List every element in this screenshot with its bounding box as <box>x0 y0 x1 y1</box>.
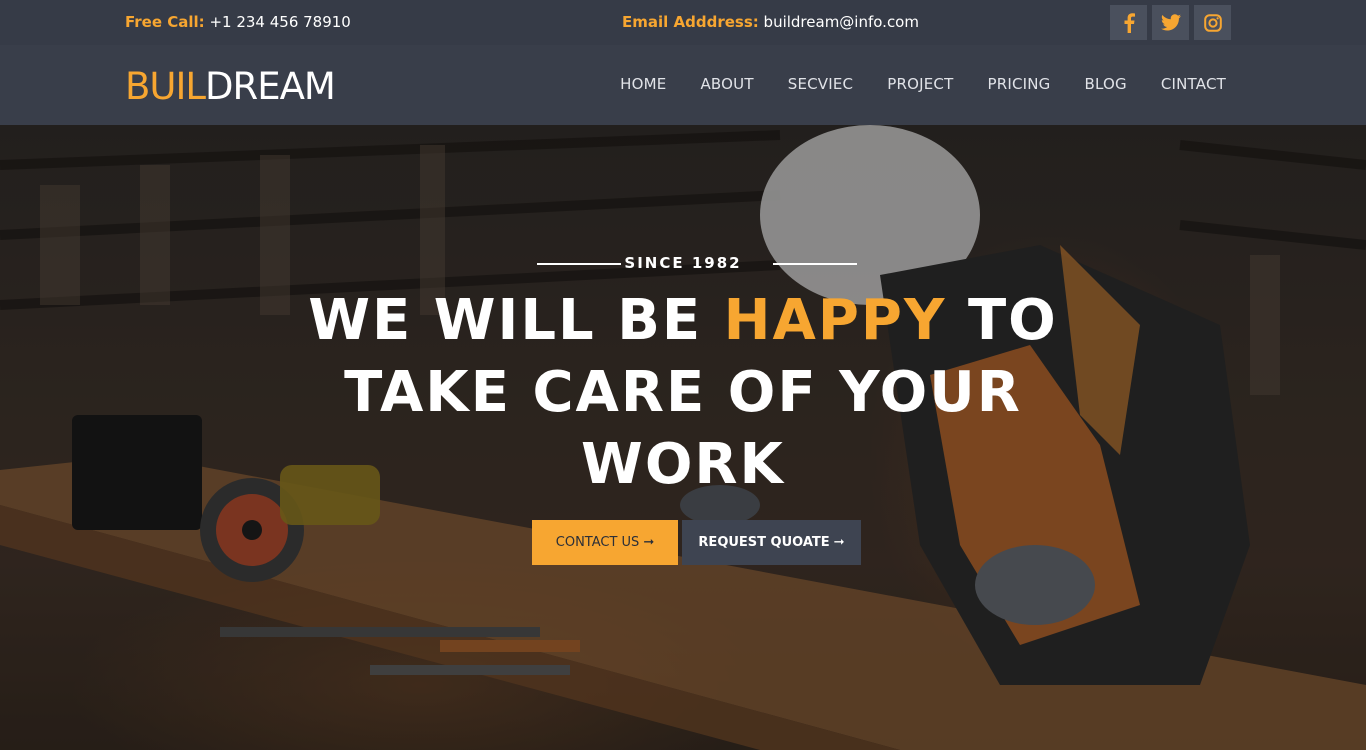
headline-accent: HAPPY <box>723 288 947 353</box>
site-logo[interactable]: BUILDREAM <box>125 65 336 108</box>
email-info: Email Adddress: buildream@info.com <box>622 13 919 31</box>
logo-part-main: DREAM <box>205 65 336 108</box>
headline-part-1: WE WILL BE <box>308 288 724 353</box>
nav-project[interactable]: PROJECT <box>887 75 953 93</box>
since-text: SINCE 1982 <box>624 254 742 272</box>
phone-number[interactable]: +1 234 456 78910 <box>209 13 350 31</box>
social-links <box>1110 5 1231 40</box>
request-quote-label: REQUEST QUOATE <box>698 535 830 550</box>
contact-us-button[interactable]: CONTACT US ➞ <box>532 520 678 565</box>
nav-pricing[interactable]: PRICING <box>987 75 1050 93</box>
since-divider-right <box>773 263 857 265</box>
contact-us-label: CONTACT US <box>555 535 640 550</box>
logo-part-accent: BUIL <box>125 65 206 108</box>
hero-headline: WE WILL BE HAPPY TO TAKE CARE OF YOUR WO… <box>283 285 1083 501</box>
request-quote-button[interactable]: REQUEST QUOATE ➞ <box>682 520 861 565</box>
hero-section: SINCE 1982 WE WILL BE HAPPY TO TAKE CARE… <box>0 125 1366 750</box>
main-menu: HOME ABOUT SECVIEC PROJECT PRICING BLOG … <box>586 75 1226 93</box>
arrow-right-icon: ➞ <box>833 535 845 550</box>
free-call-label: Free Call: <box>125 13 205 31</box>
top-bar: Free Call: +1 234 456 78910 Email Adddre… <box>0 0 1366 45</box>
email-label: Email Adddress: <box>622 13 759 31</box>
nav-blog[interactable]: BLOG <box>1085 75 1127 93</box>
main-navbar: BUILDREAM HOME ABOUT SECVIEC PROJECT PRI… <box>0 45 1366 125</box>
facebook-icon[interactable] <box>1110 5 1147 40</box>
free-call-info: Free Call: +1 234 456 78910 <box>125 13 351 31</box>
nav-home[interactable]: HOME <box>620 75 666 93</box>
nav-about[interactable]: ABOUT <box>700 75 753 93</box>
twitter-icon[interactable] <box>1152 5 1189 40</box>
nav-service[interactable]: SECVIEC <box>788 75 854 93</box>
email-address[interactable]: buildream@info.com <box>764 13 919 31</box>
nav-contact[interactable]: CINTACT <box>1161 75 1226 93</box>
instagram-icon[interactable] <box>1194 5 1231 40</box>
arrow-right-icon: ➞ <box>643 535 655 550</box>
